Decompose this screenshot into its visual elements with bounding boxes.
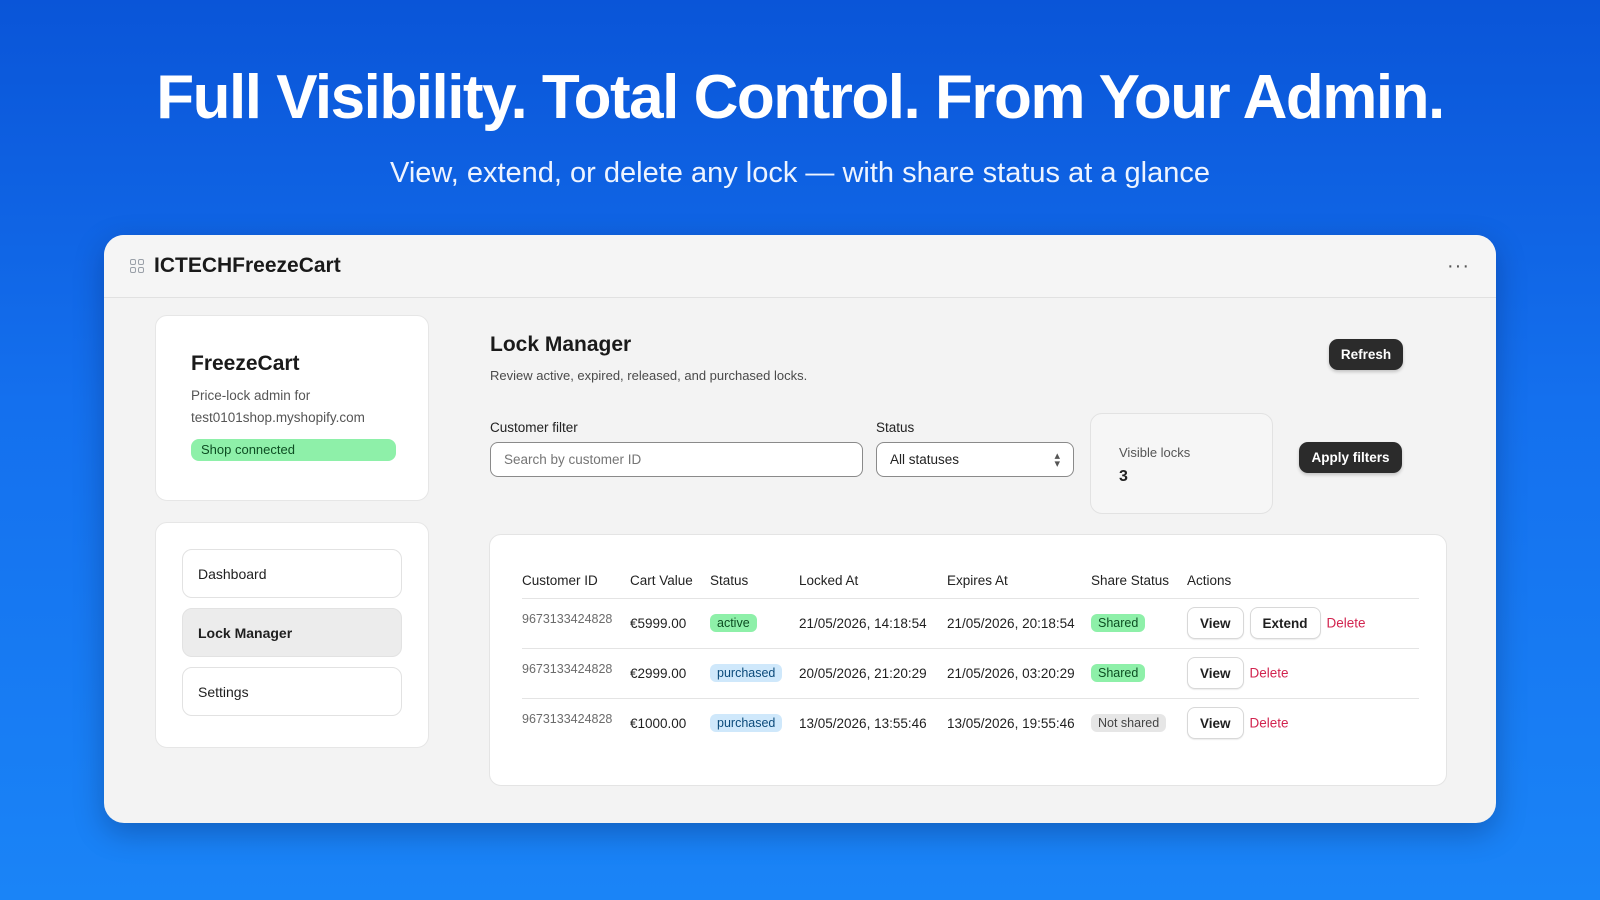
view-button[interactable]: View xyxy=(1187,607,1244,639)
share-status-badge: Shared xyxy=(1091,664,1146,682)
customer-search-input[interactable] xyxy=(490,442,863,477)
expires-at-cell: 13/05/2026, 19:55:46 xyxy=(947,697,1091,748)
status-select-value: All statuses xyxy=(890,452,960,467)
status-badge: purchased xyxy=(710,664,783,682)
expires-at-cell: 21/05/2026, 20:18:54 xyxy=(947,597,1091,648)
view-button[interactable]: View xyxy=(1187,657,1244,689)
column-header: Actions xyxy=(1187,563,1419,599)
visible-locks-label: Visible locks xyxy=(1119,445,1191,460)
customer-id-cell: 9673133424828 xyxy=(522,597,630,648)
shop-connected-badge: Shop connected xyxy=(191,439,396,461)
cart-value-cell: €2999.00 xyxy=(630,647,710,698)
table-header-row: Customer ID Cart Value Status Locked At … xyxy=(522,563,1419,599)
shop-domain: test0101shop.myshopify.com xyxy=(191,410,365,425)
column-header: Share Status xyxy=(1091,563,1187,599)
visible-locks-card: Visible locks 3 xyxy=(1090,413,1273,514)
locked-at-cell: 20/05/2026, 21:20:29 xyxy=(799,647,947,698)
hero-title: Full Visibility. Total Control. From You… xyxy=(156,63,1445,132)
refresh-button[interactable]: Refresh xyxy=(1329,339,1403,370)
share-status-badge: Not shared xyxy=(1091,714,1167,733)
app-grid-icon xyxy=(130,259,144,273)
status-badge: active xyxy=(710,614,757,632)
title-bar: ICTECHFreezeCart ··· xyxy=(104,235,1496,298)
status-badge: purchased xyxy=(710,714,783,733)
locked-at-cell: 13/05/2026, 13:55:46 xyxy=(799,697,947,748)
shop-description-line1: Price-lock admin for xyxy=(191,388,311,403)
status-filter-label: Status xyxy=(876,420,915,435)
locked-at-cell: 21/05/2026, 14:18:54 xyxy=(799,597,947,648)
sidebar-item-settings[interactable]: Settings xyxy=(182,667,402,716)
hero-subtitle: View, extend, or delete any lock — with … xyxy=(390,157,1210,189)
shop-name: FreezeCart xyxy=(191,352,300,375)
column-header: Cart Value xyxy=(630,563,710,599)
share-status-badge: Shared xyxy=(1091,614,1146,632)
sidebar-nav: Dashboard Lock Manager Settings xyxy=(155,522,429,748)
customer-id-cell: 9673133424828 xyxy=(522,647,630,698)
sidebar-item-lock-manager[interactable]: Lock Manager xyxy=(182,608,402,657)
delete-link[interactable]: Delete xyxy=(1250,716,1289,731)
locks-table-card: Customer ID Cart Value Status Locked At … xyxy=(489,534,1447,786)
delete-link[interactable]: Delete xyxy=(1250,666,1289,681)
chevron-up-down-icon: ▴ ▾ xyxy=(1054,449,1060,470)
cart-value-cell: €5999.00 xyxy=(630,597,710,648)
app-window: ICTECHFreezeCart ··· FreezeCart Price-lo… xyxy=(104,235,1496,823)
page-title: Lock Manager xyxy=(490,333,632,356)
table-row: 9673133424828 €5999.00 active 21/05/2026… xyxy=(522,597,1419,648)
delete-link[interactable]: Delete xyxy=(1327,616,1366,631)
cart-value-cell: €1000.00 xyxy=(630,697,710,748)
status-select[interactable]: All statuses ▴ ▾ xyxy=(876,442,1074,477)
expires-at-cell: 21/05/2026, 03:20:29 xyxy=(947,647,1091,698)
column-header: Customer ID xyxy=(522,563,630,599)
page-description: Review active, expired, released, and pu… xyxy=(490,368,808,383)
view-button[interactable]: View xyxy=(1187,707,1244,740)
column-header: Expires At xyxy=(947,563,1091,599)
visible-locks-count: 3 xyxy=(1119,468,1128,485)
column-header: Status xyxy=(710,563,799,599)
column-header: Locked At xyxy=(799,563,947,599)
table-row: 9673133424828 €1000.00 purchased 13/05/2… xyxy=(522,697,1419,748)
more-options-icon[interactable]: ··· xyxy=(1447,255,1470,278)
locks-table: Customer ID Cart Value Status Locked At … xyxy=(522,563,1419,748)
apply-filters-button[interactable]: Apply filters xyxy=(1299,442,1402,473)
extend-button[interactable]: Extend xyxy=(1249,607,1321,639)
customer-id-cell: 9673133424828 xyxy=(522,697,630,748)
sidebar-item-dashboard[interactable]: Dashboard xyxy=(182,549,402,598)
table-row: 9673133424828 €2999.00 purchased 20/05/2… xyxy=(522,647,1419,698)
app-title: ICTECHFreezeCart xyxy=(154,254,341,277)
shop-card: FreezeCart Price-lock admin for test0101… xyxy=(155,315,429,501)
shop-description: Price-lock admin for test0101shop.myshop… xyxy=(191,385,394,429)
customer-filter-label: Customer filter xyxy=(490,420,578,435)
